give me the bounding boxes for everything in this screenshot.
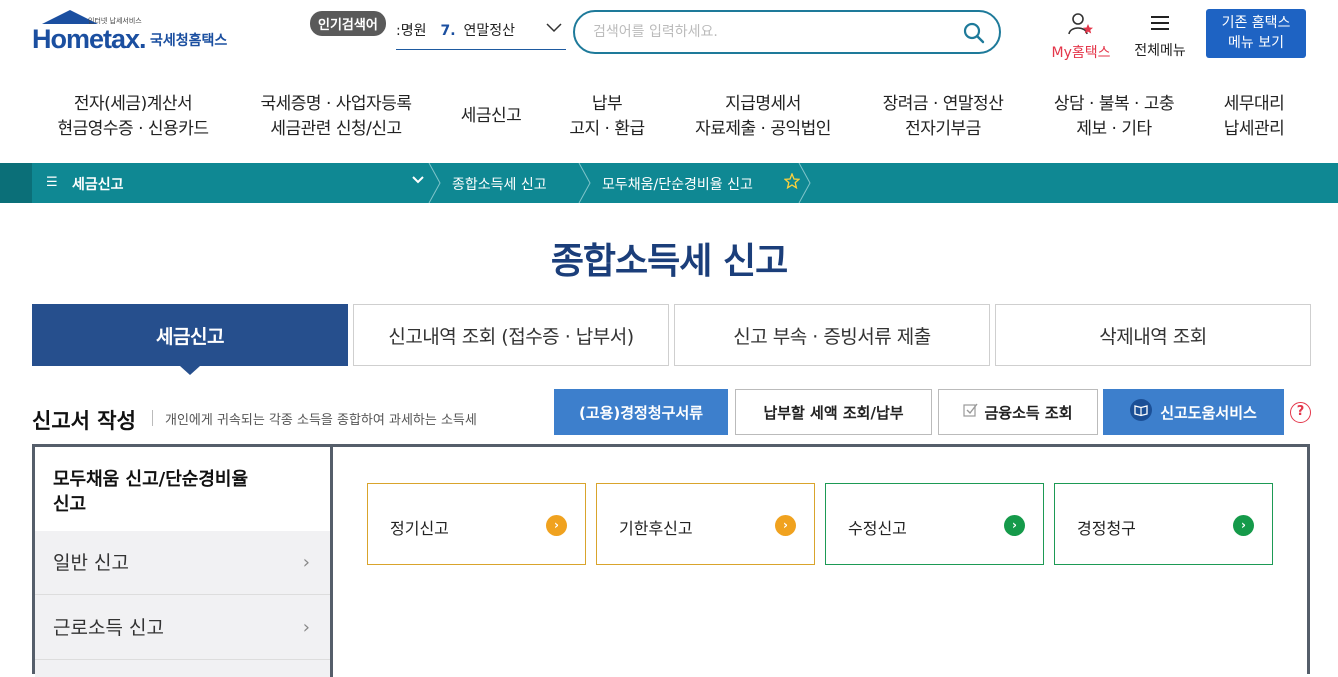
legacy-menu-line2: 메뉴 보기 (1228, 35, 1284, 51)
financial-income-button[interactable]: 금융소득 조회 (938, 389, 1098, 435)
legacy-menu-line1: 기존 홈택스 (1221, 15, 1291, 31)
arrow-right-icon: › (1233, 515, 1254, 536)
side-menu: 모두채움 신고/단순경비율 신고 일반 신고 › 근로소득 신고 › (35, 447, 333, 677)
breadcrumb-edge (0, 163, 32, 203)
logo-brand: Hometax. (32, 24, 147, 54)
book-icon (1130, 399, 1153, 425)
regular-filing-card[interactable]: 정기신고 › (367, 483, 586, 565)
chevron-right-icon: › (302, 552, 310, 573)
gnb-label: 지급명세서 (725, 94, 801, 114)
late-filing-card[interactable]: 기한후신고 › (596, 483, 815, 565)
tab-filing-history[interactable]: 신고내역 조회 (접수증 · 납부서) (353, 304, 669, 366)
popular-prefix: :명원 (396, 23, 427, 39)
my-hometax-link[interactable]: My홈택스 (1046, 12, 1116, 62)
side-item-label: 신고 (53, 494, 87, 515)
user-icon (1067, 13, 1095, 40)
tab-tax-filing[interactable]: 세금신고 (32, 304, 348, 366)
side-item-prefilled[interactable]: 모두채움 신고/단순경비율 신고 (35, 447, 330, 531)
breadcrumb-separator-icon (578, 163, 592, 203)
hometax-logo[interactable]: 인터넷 납세서비스 Hometax. 국세청홈택스 (32, 10, 247, 62)
gnb-item-payment-statements[interactable]: 지급명세서 자료제출 · 공익법인 (682, 92, 844, 142)
chevron-down-icon[interactable] (546, 22, 562, 36)
all-menu-button[interactable]: 전체메뉴 (1128, 12, 1192, 60)
tab-attachments[interactable]: 신고 부속 · 증빙서류 제출 (674, 304, 990, 366)
gnb-item-certificates[interactable]: 국세증명 · 사업자등록 세금관련 신청/신고 (250, 92, 422, 142)
correction-claim-card[interactable]: 경정청구 › (1054, 483, 1273, 565)
breadcrumb-home-label: 세금신고 (72, 177, 124, 193)
option-label: 정기신고 (390, 519, 449, 538)
gnb-label: 전자(세금)계산서 (73, 94, 193, 114)
gnb-label: 제보 · 기타 (1076, 119, 1152, 139)
gnb-label: 납부 (591, 94, 623, 114)
gnb-item-payment[interactable]: 납부 고지 · 환급 (558, 92, 656, 142)
gnb-label: 세무대리 (1223, 94, 1285, 114)
side-item-label: 근로소득 신고 (53, 617, 164, 639)
popular-rank: 7. (440, 23, 456, 39)
filing-help-service-label: 신고도움서비스 (1160, 403, 1257, 422)
tax-payable-button[interactable]: 납부할 세액 조회/납부 (735, 389, 932, 435)
side-item-label: 모두채움 신고/단순경비율 (53, 469, 248, 490)
option-label: 수정신고 (848, 519, 907, 538)
gnb-label: 세금신고 (460, 106, 522, 126)
active-tab-pointer (180, 366, 200, 375)
gnb-label: 고지 · 환급 (569, 119, 645, 139)
gnb-label: 상담 · 불복 · 고충 (1053, 94, 1175, 114)
gnb-label: 전자기부금 (905, 119, 981, 139)
my-hometax-label: My홈택스 (1051, 45, 1111, 61)
chevron-down-icon (412, 174, 424, 188)
gnb-item-tax-agent[interactable]: 세무대리 납세관리 (1212, 92, 1296, 142)
gnb-item-consultation[interactable]: 상담 · 불복 · 고충 제보 · 기타 (1042, 92, 1186, 142)
legacy-menu-button[interactable]: 기존 홈택스 메뉴 보기 (1206, 9, 1306, 58)
breadcrumb-level1[interactable]: 종합소득세 신고 (452, 174, 547, 194)
search-box (573, 10, 1001, 54)
gnb-item-e-invoice[interactable]: 전자(세금)계산서 현금영수증 · 신용카드 (52, 92, 214, 142)
help-question-icon[interactable]: ? (1290, 402, 1311, 423)
gnb-item-incentives[interactable]: 장려금 · 연말정산 전자기부금 (870, 92, 1016, 142)
filing-help-service-button[interactable]: 신고도움서비스 (1103, 389, 1284, 435)
logo-korean-name: 국세청홈택스 (150, 33, 228, 49)
menu-icon: ☰ (46, 175, 58, 190)
all-menu-label: 전체메뉴 (1134, 43, 1186, 59)
gnb-label: 국세증명 · 사업자등록 (260, 94, 412, 114)
side-item-earned-income[interactable]: 근로소득 신고 › (35, 596, 330, 660)
breadcrumb-separator-icon (428, 163, 442, 203)
breadcrumb-separator-icon (798, 163, 812, 203)
correction-documents-button[interactable]: (고용)경정청구서류 (554, 389, 728, 435)
search-input[interactable] (593, 21, 933, 43)
search-icon[interactable] (963, 22, 985, 44)
gnb-label: 장려금 · 연말정산 (882, 94, 1004, 114)
arrow-right-icon: › (775, 515, 796, 536)
popular-keywords-badge: 인기검색어 (310, 11, 386, 36)
section-title: 신고서 작성 (32, 409, 136, 433)
gnb-label: 자료제출 · 공익법인 (695, 119, 831, 139)
side-item-label: 일반 신고 (53, 552, 129, 574)
gnb-label: 세금관련 신청/신고 (270, 119, 402, 139)
arrow-right-icon: › (546, 515, 567, 536)
side-item-general[interactable]: 일반 신고 › (35, 531, 330, 595)
arrow-right-icon: › (1004, 515, 1025, 536)
financial-income-label: 금융소득 조회 (984, 403, 1073, 422)
breadcrumb: ☰ 세금신고 종합소득세 신고 모두채움/단순경비율 신고 (0, 163, 1338, 203)
chevron-right-icon: › (302, 617, 310, 638)
gnb-label: 납세관리 (1223, 119, 1285, 139)
hamburger-icon (1149, 16, 1171, 38)
option-label: 경정청구 (1077, 519, 1136, 538)
option-label: 기한후신고 (619, 519, 693, 538)
breadcrumb-level2[interactable]: 모두채움/단순경비율 신고 (602, 174, 753, 194)
gnb-label: 현금영수증 · 신용카드 (57, 119, 209, 139)
page-title: 종합소득세 신고 (550, 241, 788, 282)
breadcrumb-menu-select[interactable]: ☰ 세금신고 (32, 163, 430, 203)
section-description: 개인에게 귀속되는 각종 소득을 종합하여 과세하는 소득세 (165, 413, 477, 428)
popular-keywords-dropdown[interactable]: :명원 7. 연말정산 (396, 20, 566, 50)
divider (152, 410, 153, 426)
popular-keyword[interactable]: 연말정산 (464, 23, 516, 39)
checkbox-icon (963, 403, 979, 422)
gnb-item-tax-filing[interactable]: 세금신고 (452, 104, 530, 129)
amended-filing-card[interactable]: 수정신고 › (825, 483, 1044, 565)
tab-deleted-history[interactable]: 삭제내역 조회 (995, 304, 1311, 366)
